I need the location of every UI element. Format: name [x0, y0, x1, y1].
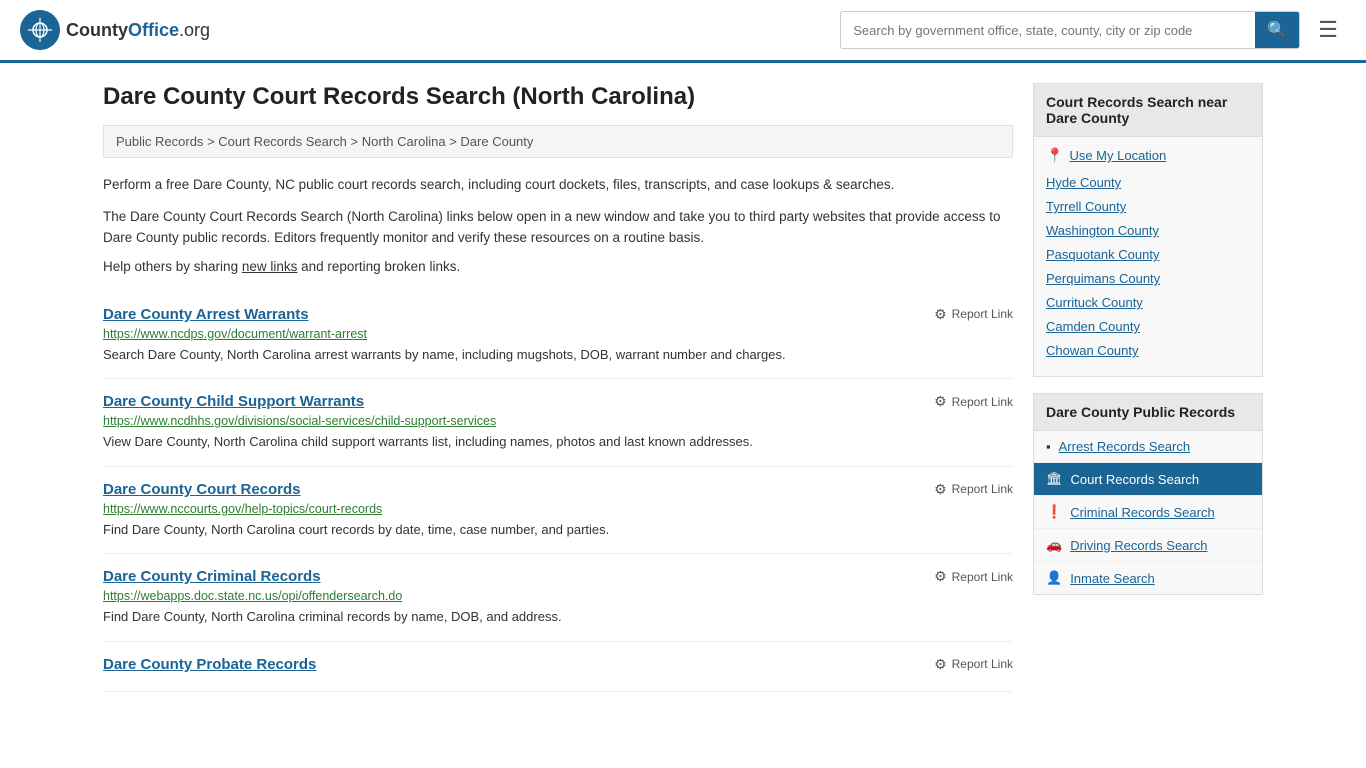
record-item-header: Dare County Court Records ⚙ Report Link [103, 481, 1013, 498]
county-list: Hyde County Tyrrell County Washington Coun… [1046, 174, 1250, 358]
record-nav-icon: ▪ [1046, 439, 1051, 454]
sidebar-county-item: Perquimans County [1046, 270, 1250, 286]
sidebar-county-item: Washington County [1046, 222, 1250, 238]
county-link-2[interactable]: Washington County [1046, 223, 1159, 238]
report-icon: ⚙ [934, 306, 947, 323]
county-link-7[interactable]: Chowan County [1046, 343, 1139, 358]
record-item: Dare County Probate Records ⚙ Report Lin… [103, 642, 1013, 692]
record-item-header: Dare County Criminal Records ⚙ Report Li… [103, 568, 1013, 585]
sidebar: Court Records Search near Dare County 📍 … [1033, 83, 1263, 692]
report-link-1[interactable]: ⚙ Report Link [934, 393, 1013, 410]
record-title-0[interactable]: Dare County Arrest Warrants [103, 306, 309, 323]
description-1: Perform a free Dare County, NC public co… [103, 174, 1013, 196]
county-link-0[interactable]: Hyde County [1046, 175, 1121, 190]
use-my-location[interactable]: 📍 Use My Location [1046, 147, 1250, 164]
sidebar-county-item: Hyde County [1046, 174, 1250, 190]
logo[interactable]: CountyOffice.org [20, 10, 210, 50]
record-nav-link-1[interactable]: Court Records Search [1071, 472, 1200, 487]
site-header: CountyOffice.org 🔍 ☰ [0, 0, 1366, 63]
breadcrumb-court-records-search[interactable]: Court Records Search [218, 134, 347, 149]
breadcrumb-public-records[interactable]: Public Records [116, 134, 203, 149]
record-desc-0: Search Dare County, North Carolina arres… [103, 345, 1013, 365]
record-nav-icon: 👤 [1046, 570, 1062, 586]
sidebar-county-item: Camden County [1046, 318, 1250, 334]
record-nav-link-3[interactable]: Driving Records Search [1070, 538, 1207, 553]
report-link-0[interactable]: ⚙ Report Link [934, 306, 1013, 323]
record-desc-2: Find Dare County, North Carolina court r… [103, 520, 1013, 540]
breadcrumb-dare-county: Dare County [460, 134, 533, 149]
report-link-2[interactable]: ⚙ Report Link [934, 481, 1013, 498]
record-desc-3: Find Dare County, North Carolina crimina… [103, 607, 1013, 627]
breadcrumb-north-carolina[interactable]: North Carolina [362, 134, 446, 149]
search-input[interactable] [841, 15, 1255, 46]
logo-icon [20, 10, 60, 50]
logo-text: CountyOffice.org [66, 20, 210, 41]
record-desc-1: View Dare County, North Carolina child s… [103, 432, 1013, 452]
menu-button[interactable]: ☰ [1310, 13, 1346, 47]
record-item: Dare County Arrest Warrants ⚙ Report Lin… [103, 292, 1013, 380]
public-records-section-title: Dare County Public Records [1034, 394, 1262, 431]
county-link-5[interactable]: Currituck County [1046, 295, 1143, 310]
sidebar-county-item: Tyrrell County [1046, 198, 1250, 214]
record-title-4[interactable]: Dare County Probate Records [103, 656, 316, 673]
record-title-3[interactable]: Dare County Criminal Records [103, 568, 321, 585]
public-records-section: Dare County Public Records ▪ Arrest Recor… [1033, 393, 1263, 595]
record-nav-icon: ❗ [1046, 504, 1062, 520]
nearby-section-title: Court Records Search near Dare County [1034, 84, 1262, 137]
sharing-note: Help others by sharing new links and rep… [103, 259, 1013, 274]
global-search[interactable]: 🔍 [840, 11, 1300, 49]
record-nav-link-2[interactable]: Criminal Records Search [1070, 505, 1215, 520]
county-link-6[interactable]: Camden County [1046, 319, 1140, 334]
record-item-header: Dare County Probate Records ⚙ Report Lin… [103, 656, 1013, 673]
county-link-3[interactable]: Pasquotank County [1046, 247, 1159, 262]
sidebar-county-item: Chowan County [1046, 342, 1250, 358]
sidebar-county-item: Currituck County [1046, 294, 1250, 310]
sidebar-county-item: Pasquotank County [1046, 246, 1250, 262]
breadcrumb: Public Records > Court Records Search > … [103, 125, 1013, 158]
record-nav-link-4[interactable]: Inmate Search [1070, 571, 1155, 586]
header-controls: 🔍 ☰ [840, 11, 1346, 49]
record-item: Dare County Child Support Warrants ⚙ Rep… [103, 379, 1013, 467]
nearby-section: Court Records Search near Dare County 📍 … [1033, 83, 1263, 377]
report-icon: ⚙ [934, 481, 947, 498]
record-url-2[interactable]: https://www.nccourts.gov/help-topics/cou… [103, 502, 1013, 516]
records-list: Dare County Arrest Warrants ⚙ Report Lin… [103, 292, 1013, 692]
county-link-1[interactable]: Tyrrell County [1046, 199, 1126, 214]
record-item-header: Dare County Arrest Warrants ⚙ Report Lin… [103, 306, 1013, 323]
report-icon: ⚙ [934, 656, 947, 673]
record-nav-link-0[interactable]: Arrest Records Search [1059, 439, 1191, 454]
record-url-3[interactable]: https://webapps.doc.state.nc.us/opi/offe… [103, 589, 1013, 603]
sidebar-record-nav-item[interactable]: 👤 Inmate Search [1034, 562, 1262, 594]
content-area: Dare County Court Records Search (North … [103, 83, 1013, 692]
record-url-1[interactable]: https://www.ncdhhs.gov/divisions/social-… [103, 414, 1013, 428]
record-item-header: Dare County Child Support Warrants ⚙ Rep… [103, 393, 1013, 410]
sidebar-record-nav-item[interactable]: ▪ Arrest Records Search [1034, 431, 1262, 463]
record-item: Dare County Criminal Records ⚙ Report Li… [103, 554, 1013, 642]
page-title: Dare County Court Records Search (North … [103, 83, 1013, 111]
record-item: Dare County Court Records ⚙ Report Link … [103, 467, 1013, 555]
report-icon: ⚙ [934, 393, 947, 410]
record-title-1[interactable]: Dare County Child Support Warrants [103, 393, 364, 410]
record-nav-icon: 🏛 [1046, 471, 1063, 487]
record-title-2[interactable]: Dare County Court Records [103, 481, 301, 498]
search-button[interactable]: 🔍 [1255, 12, 1299, 48]
county-link-4[interactable]: Perquimans County [1046, 271, 1160, 286]
report-icon: ⚙ [934, 568, 947, 585]
location-pin-icon: 📍 [1046, 147, 1063, 164]
sidebar-record-nav-item[interactable]: 🚗 Driving Records Search [1034, 529, 1262, 562]
record-nav-icon: 🚗 [1046, 537, 1062, 553]
nearby-section-content: 📍 Use My Location Hyde County Tyrrell Cou… [1034, 137, 1262, 376]
sidebar-record-nav-item[interactable]: ❗ Criminal Records Search [1034, 496, 1262, 529]
report-link-4[interactable]: ⚙ Report Link [934, 656, 1013, 673]
report-link-3[interactable]: ⚙ Report Link [934, 568, 1013, 585]
description-2: The Dare County Court Records Search (No… [103, 206, 1013, 249]
use-my-location-label[interactable]: Use My Location [1069, 148, 1166, 163]
new-links-link[interactable]: new links [242, 259, 298, 274]
record-url-0[interactable]: https://www.ncdps.gov/document/warrant-a… [103, 327, 1013, 341]
records-nav-list: ▪ Arrest Records Search 🏛 Court Records Sea… [1034, 431, 1262, 594]
sidebar-record-nav-item[interactable]: 🏛 Court Records Search [1034, 463, 1262, 496]
main-container: Dare County Court Records Search (North … [83, 63, 1283, 712]
